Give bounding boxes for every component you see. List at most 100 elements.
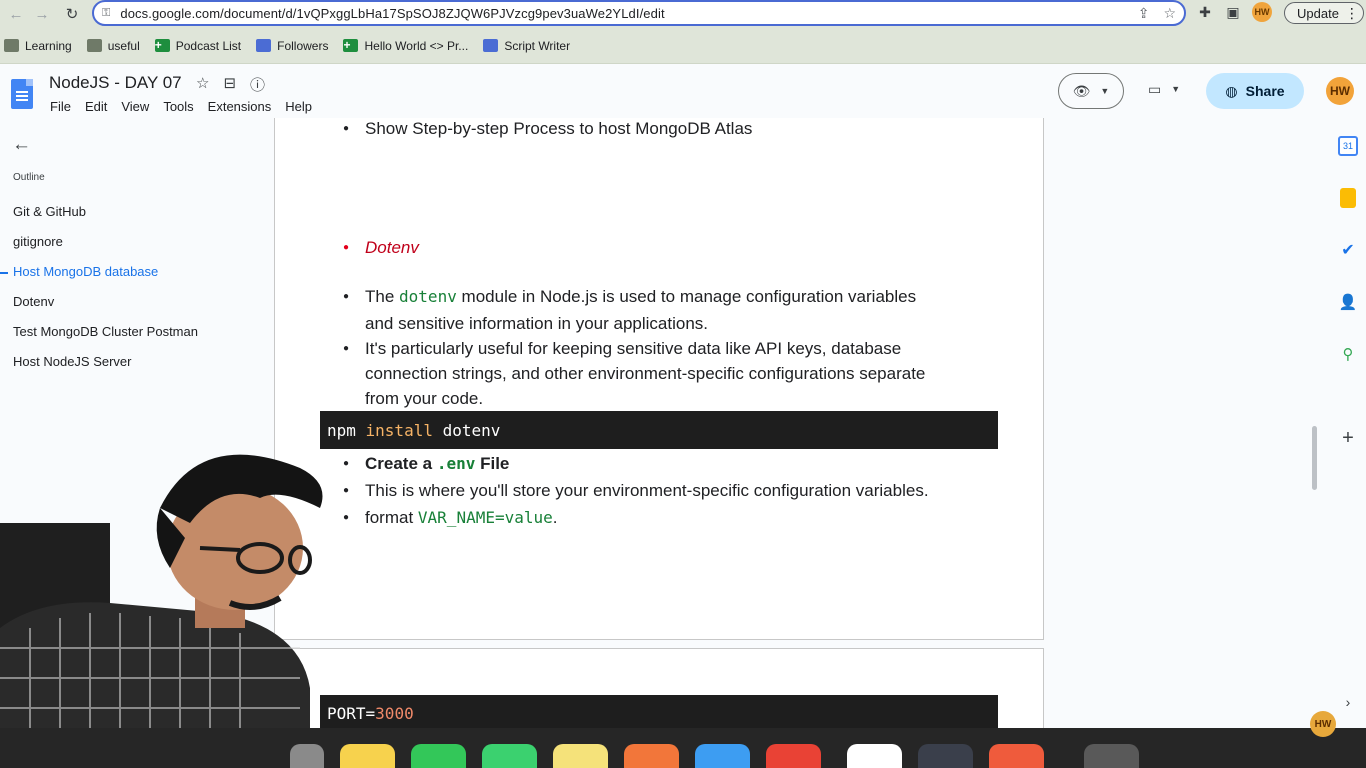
notes-app-icon[interactable] [340, 744, 395, 768]
bookmark-label: Podcast List [175, 38, 242, 53]
text-fragment: module in Node.js is used to manage conf… [456, 287, 917, 306]
bookmark-followers[interactable]: Followers [256, 39, 328, 53]
back-arrow-icon[interactable]: ← [4, 2, 28, 26]
outline-item-test-mongodb[interactable]: Test MongoDB Cluster Postman [13, 324, 198, 339]
bullet-text: Show Step-by-step Process to host MongoD… [365, 119, 753, 138]
heading-text: Dotenv [365, 238, 419, 257]
video-camera-icon: ▭ [1148, 81, 1162, 97]
chrome-app-icon[interactable] [766, 744, 821, 768]
code-block-npm-install: npm install dotenv [320, 411, 998, 449]
keep-icon[interactable] [1340, 188, 1356, 208]
tasks-icon[interactable]: ✔ [1338, 240, 1358, 260]
view-mode-button[interactable]: 👁 ▼ [1058, 73, 1124, 109]
bullet-create-env: Create a .env File [343, 451, 510, 476]
url-text: docs.google.com/document/d/1vQPxggLbHa17… [120, 5, 665, 21]
reload-icon[interactable]: ↻ [60, 2, 84, 26]
meet-button[interactable]: ▭ ▼ [1148, 81, 1180, 98]
account-avatar[interactable]: HW [1326, 77, 1354, 105]
outline-item-dotenv[interactable]: Dotenv [13, 294, 54, 309]
bookmark-label: Followers [277, 38, 329, 53]
document-title[interactable]: NodeJS - DAY 07 [49, 73, 182, 93]
inline-code: dotenv [399, 287, 457, 306]
safari-app-icon[interactable] [695, 744, 750, 768]
bullet-continuation: connection strings, and other environmen… [365, 364, 926, 383]
site-info-icon[interactable]: ⚿ [102, 7, 110, 20]
share-label: Share [1245, 83, 1285, 99]
address-bar[interactable]: ⚿ docs.google.com/document/d/1vQPxggLbHa… [92, 0, 1186, 26]
code-text: PORT= [327, 703, 376, 723]
menu-bar: File Edit View Tools Extensions Help [50, 99, 312, 114]
code-text: dotenv [432, 420, 501, 440]
bookmark-learning[interactable]: Learning [4, 39, 72, 53]
inline-code: .env [436, 454, 476, 473]
messages-app-icon[interactable] [482, 744, 537, 768]
text-fragment: It's particularly useful for keeping sen… [365, 339, 902, 358]
bullet-continuation: from your code. [365, 389, 484, 408]
forward-arrow-icon[interactable]: → [30, 2, 54, 26]
browser-profile-avatar[interactable]: HW [1252, 2, 1272, 22]
menu-extensions[interactable]: Extensions [208, 99, 272, 114]
text-fragment: format [365, 508, 418, 527]
bullet-dotenv-module: The dotenv module in Node.js is used to … [343, 284, 917, 309]
calendar-icon[interactable]: 31 [1338, 136, 1358, 156]
bookmark-star-icon[interactable]: ☆ [1163, 5, 1176, 22]
outline-heading: Outline [13, 172, 45, 183]
menu-file[interactable]: File [50, 99, 71, 114]
bullet-continuation: and sensitive information in your applic… [365, 314, 709, 333]
code-number: 3000 [375, 703, 414, 723]
facetime-app-icon[interactable] [411, 744, 466, 768]
trash-app-icon[interactable] [1084, 744, 1139, 768]
document-page-2[interactable]: PORT= 3000 [274, 648, 1044, 738]
text-fragment: File [475, 454, 510, 473]
dropdown-caret-icon: ▼ [1171, 84, 1181, 94]
vscode-app-icon[interactable] [847, 744, 902, 768]
dock-app-icon[interactable] [290, 744, 324, 768]
close-outline-arrow-icon[interactable]: ← [12, 134, 31, 156]
menu-tools[interactable]: Tools [163, 99, 193, 114]
outline-item-gitignore[interactable]: gitignore [13, 234, 63, 249]
move-folder-icon[interactable]: ⊟ [223, 74, 236, 95]
docs-header: NodeJS - DAY 07 ☆ ⊟ ⓘ File Edit View Too… [0, 65, 1366, 120]
code-keyword: install [365, 420, 433, 440]
bookmark-podcast-list[interactable]: + Podcast List [154, 38, 242, 53]
bookmark-hello-world[interactable]: + Hello World <> Pr... [343, 39, 468, 53]
dotenv-heading: Dotenv [343, 235, 419, 260]
outline-active-indicator [0, 272, 8, 274]
contacts-icon[interactable]: 👤 [1338, 292, 1358, 312]
macos-dock [0, 728, 1366, 768]
bookmark-script-writer[interactable]: Script Writer [483, 39, 570, 53]
side-panel-icon[interactable]: ▣ [1224, 3, 1242, 21]
bookmark-useful[interactable]: useful [86, 38, 140, 53]
outline-item-git-github[interactable]: Git & GitHub [13, 204, 86, 219]
update-button[interactable]: Update ⋮ [1284, 2, 1364, 24]
document-status-icon[interactable]: ⓘ [250, 74, 265, 95]
share-page-icon[interactable]: ⇪ [1138, 5, 1150, 22]
bookmark-label: useful [107, 38, 140, 53]
postman-app-icon[interactable] [989, 744, 1044, 768]
document-page[interactable]: Show Step-by-step Process to host MongoD… [274, 116, 1044, 640]
share-button[interactable]: ◍ Share [1206, 73, 1304, 109]
sheets-icon: + [154, 39, 170, 52]
folder-icon [4, 39, 19, 52]
proxyman-app-icon[interactable] [918, 744, 973, 768]
outline-item-host-nodejs[interactable]: Host NodeJS Server [13, 354, 132, 369]
extensions-puzzle-icon[interactable]: ✚ [1196, 3, 1214, 21]
collapse-panel-chevron-icon[interactable]: › [1338, 692, 1358, 712]
menu-edit[interactable]: Edit [85, 99, 107, 114]
bookmark-label: Hello World <> Pr... [364, 38, 469, 53]
bullet-store-vars: This is where you'll store your environm… [343, 478, 929, 503]
scrollbar-thumb[interactable] [1312, 426, 1317, 490]
menu-view[interactable]: View [121, 99, 149, 114]
outline-item-host-mongodb[interactable]: Host MongoDB database [13, 264, 158, 279]
freeform-app-icon[interactable] [553, 744, 608, 768]
star-icon[interactable]: ☆ [196, 74, 209, 95]
maps-icon[interactable]: ⚲ [1338, 344, 1358, 364]
add-addon-plus-icon[interactable]: + [1338, 427, 1358, 449]
globe-icon: ◍ [1225, 82, 1238, 99]
google-docs-logo-icon[interactable] [11, 79, 33, 109]
bullet-format: format VAR_NAME=value. [343, 505, 557, 530]
bullet-useful: It's particularly useful for keeping sen… [343, 336, 902, 361]
menu-help[interactable]: Help [285, 99, 312, 114]
presenter-image [0, 454, 323, 728]
firefox-app-icon[interactable] [624, 744, 679, 768]
